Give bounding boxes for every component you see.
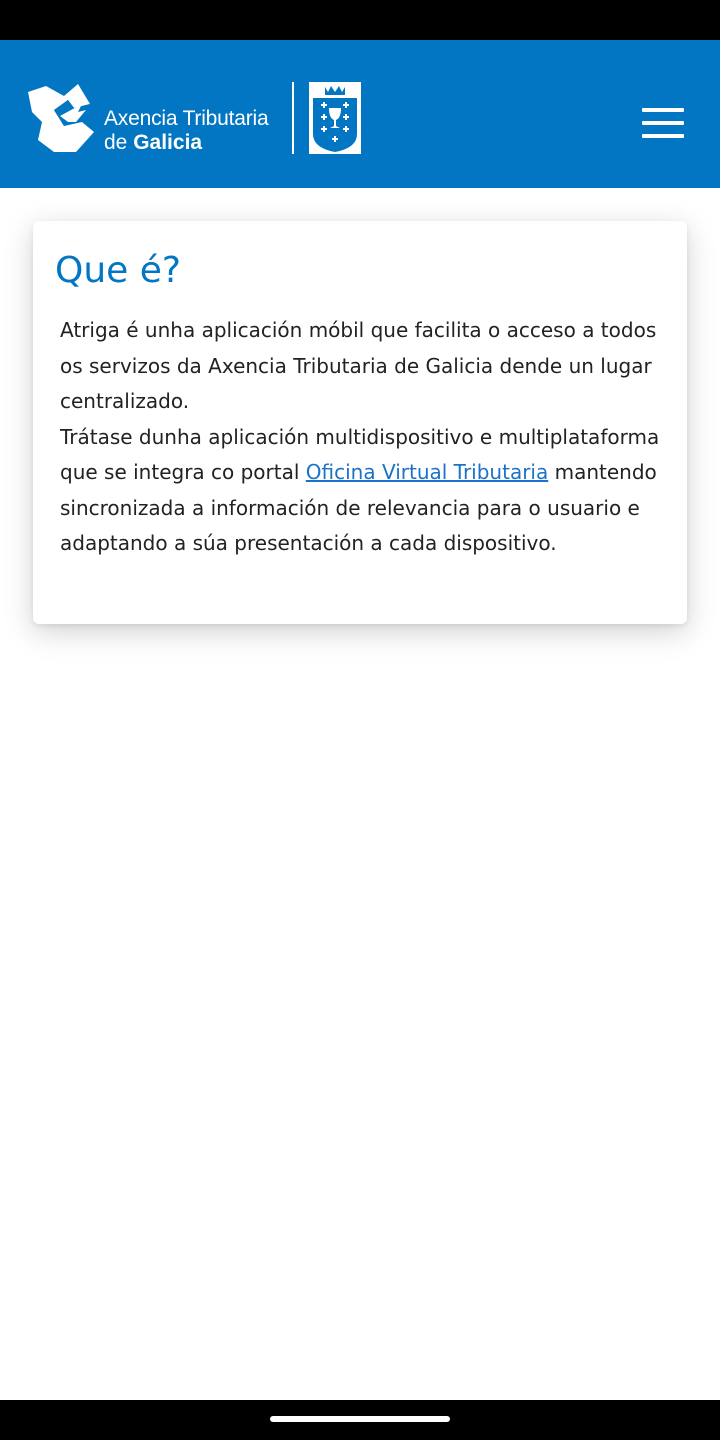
agency-name-line1: Axencia Tributaria: [104, 107, 269, 130]
menu-button[interactable]: [636, 102, 690, 146]
logo-divider: [292, 82, 294, 154]
agency-name-line2: de Galicia: [104, 131, 268, 155]
hamburger-menu-icon-bar: [642, 134, 684, 138]
agency-name-prefix: de: [104, 131, 134, 154]
info-card: Que é? Atriga é unha aplicación móbil qu…: [33, 221, 687, 624]
oficina-virtual-link[interactable]: Oficina Virtual Tributaria: [306, 460, 548, 484]
hamburger-menu-icon-bar: [642, 121, 684, 125]
agency-name-region: Galicia: [133, 131, 203, 154]
agency-name: Axencia Tributaria de Galicia: [104, 107, 269, 155]
app-header: Axencia Tributaria de Galicia: [0, 40, 720, 188]
card-body: Atriga é unha aplicación móbil que facil…: [60, 313, 664, 562]
hamburger-menu-icon: [642, 108, 684, 112]
description-paragraph-2: Trátase dunha aplicación multidispositiv…: [60, 420, 664, 562]
system-navigation-bar: [0, 1400, 720, 1440]
galicia-coat-of-arms-icon: [309, 82, 361, 154]
home-indicator[interactable]: [270, 1416, 450, 1422]
atriga-logo-icon: [28, 84, 94, 152]
status-bar: [0, 0, 720, 40]
page-title: Que é?: [55, 250, 181, 291]
description-paragraph-1: Atriga é unha aplicación móbil que facil…: [60, 318, 657, 413]
